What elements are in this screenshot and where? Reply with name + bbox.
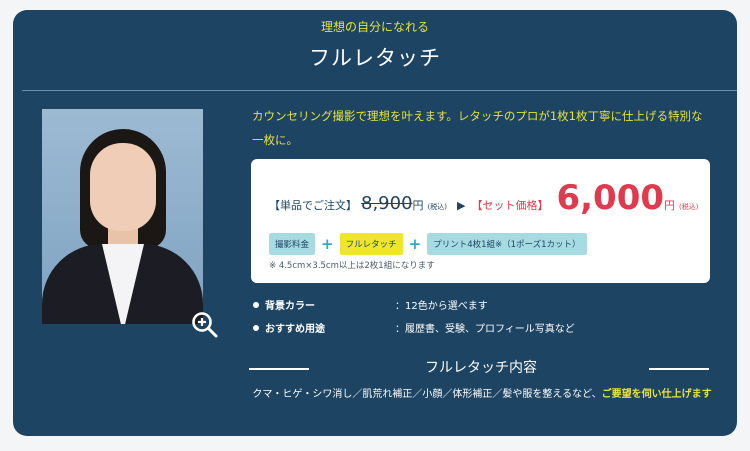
info-value: ：履歴書、受験、プロフィール写真など	[395, 324, 575, 335]
set-price: 6,000	[556, 178, 665, 218]
arrow-icon: ▶	[457, 199, 466, 212]
set-yen: 円	[664, 199, 676, 212]
content-highlight: ご要望を伺い仕上げます	[601, 389, 712, 400]
set-tax: (税込)	[679, 203, 699, 211]
section-line-left	[249, 368, 309, 370]
single-order-label: 【単品でご注文】	[269, 199, 357, 212]
info-value: ：12色から選べます	[395, 301, 488, 312]
page-title: フルレタッチ	[309, 46, 441, 70]
price-box: 【単品でご注文】 8,900 円 (税込) ▶ 【セット価格】 6,000 円 …	[251, 159, 710, 283]
section-line-right	[649, 368, 709, 370]
price-row: 【単品でご注文】 8,900 円 (税込) ▶ 【セット価格】 6,000 円 …	[269, 181, 698, 221]
size-note: ※ 4.5cm×3.5cm以上は2枚1組になります	[269, 261, 435, 271]
zoom-in-icon[interactable]	[191, 311, 219, 339]
info-key: おすすめ用途	[253, 320, 325, 335]
plus-icon: +	[321, 235, 334, 253]
info-key: 背景カラー	[253, 297, 315, 312]
set-price-label: 【セット価格】	[471, 199, 549, 212]
photo-face	[90, 143, 156, 231]
single-price: 8,900	[361, 193, 413, 214]
single-tax: (税込)	[427, 203, 447, 211]
set-item-print: プリント4枚1組※（1ポーズ1カット）	[427, 233, 587, 255]
section-title: フルレタッチ内容	[425, 360, 537, 376]
content-text: クマ・ヒゲ・シワ消し／肌荒れ補正／小顔／体形補正／髪や服を整えるなど、	[252, 389, 602, 400]
description: カウンセリング撮影で理想を叶えます。レタッチのプロが1枚1枚丁寧に仕上げる特別な…	[252, 109, 703, 147]
bullet-icon	[253, 302, 259, 308]
set-items: 撮影料金 + フルレタッチ + プリント4枚1組※（1ポーズ1カット）	[269, 233, 587, 255]
header-subtitle: 理想の自分になれる	[320, 20, 429, 34]
plus-icon: +	[408, 235, 422, 253]
portrait-photo[interactable]	[42, 109, 203, 324]
set-item-retouch: フルレタッチ	[339, 233, 403, 255]
set-item-shooting: 撮影料金	[269, 233, 316, 255]
single-yen: 円	[412, 199, 424, 212]
product-card: 理想の自分になれる フルレタッチ カウンセリング撮影で理想を叶えます。レタッチの…	[13, 10, 737, 436]
divider	[22, 90, 737, 91]
bullet-icon	[253, 325, 259, 331]
section-content: クマ・ヒゲ・シワ消し／肌荒れ補正／小顔／体形補正／髪や服を整えるなど、ご要望を伺…	[251, 384, 713, 405]
